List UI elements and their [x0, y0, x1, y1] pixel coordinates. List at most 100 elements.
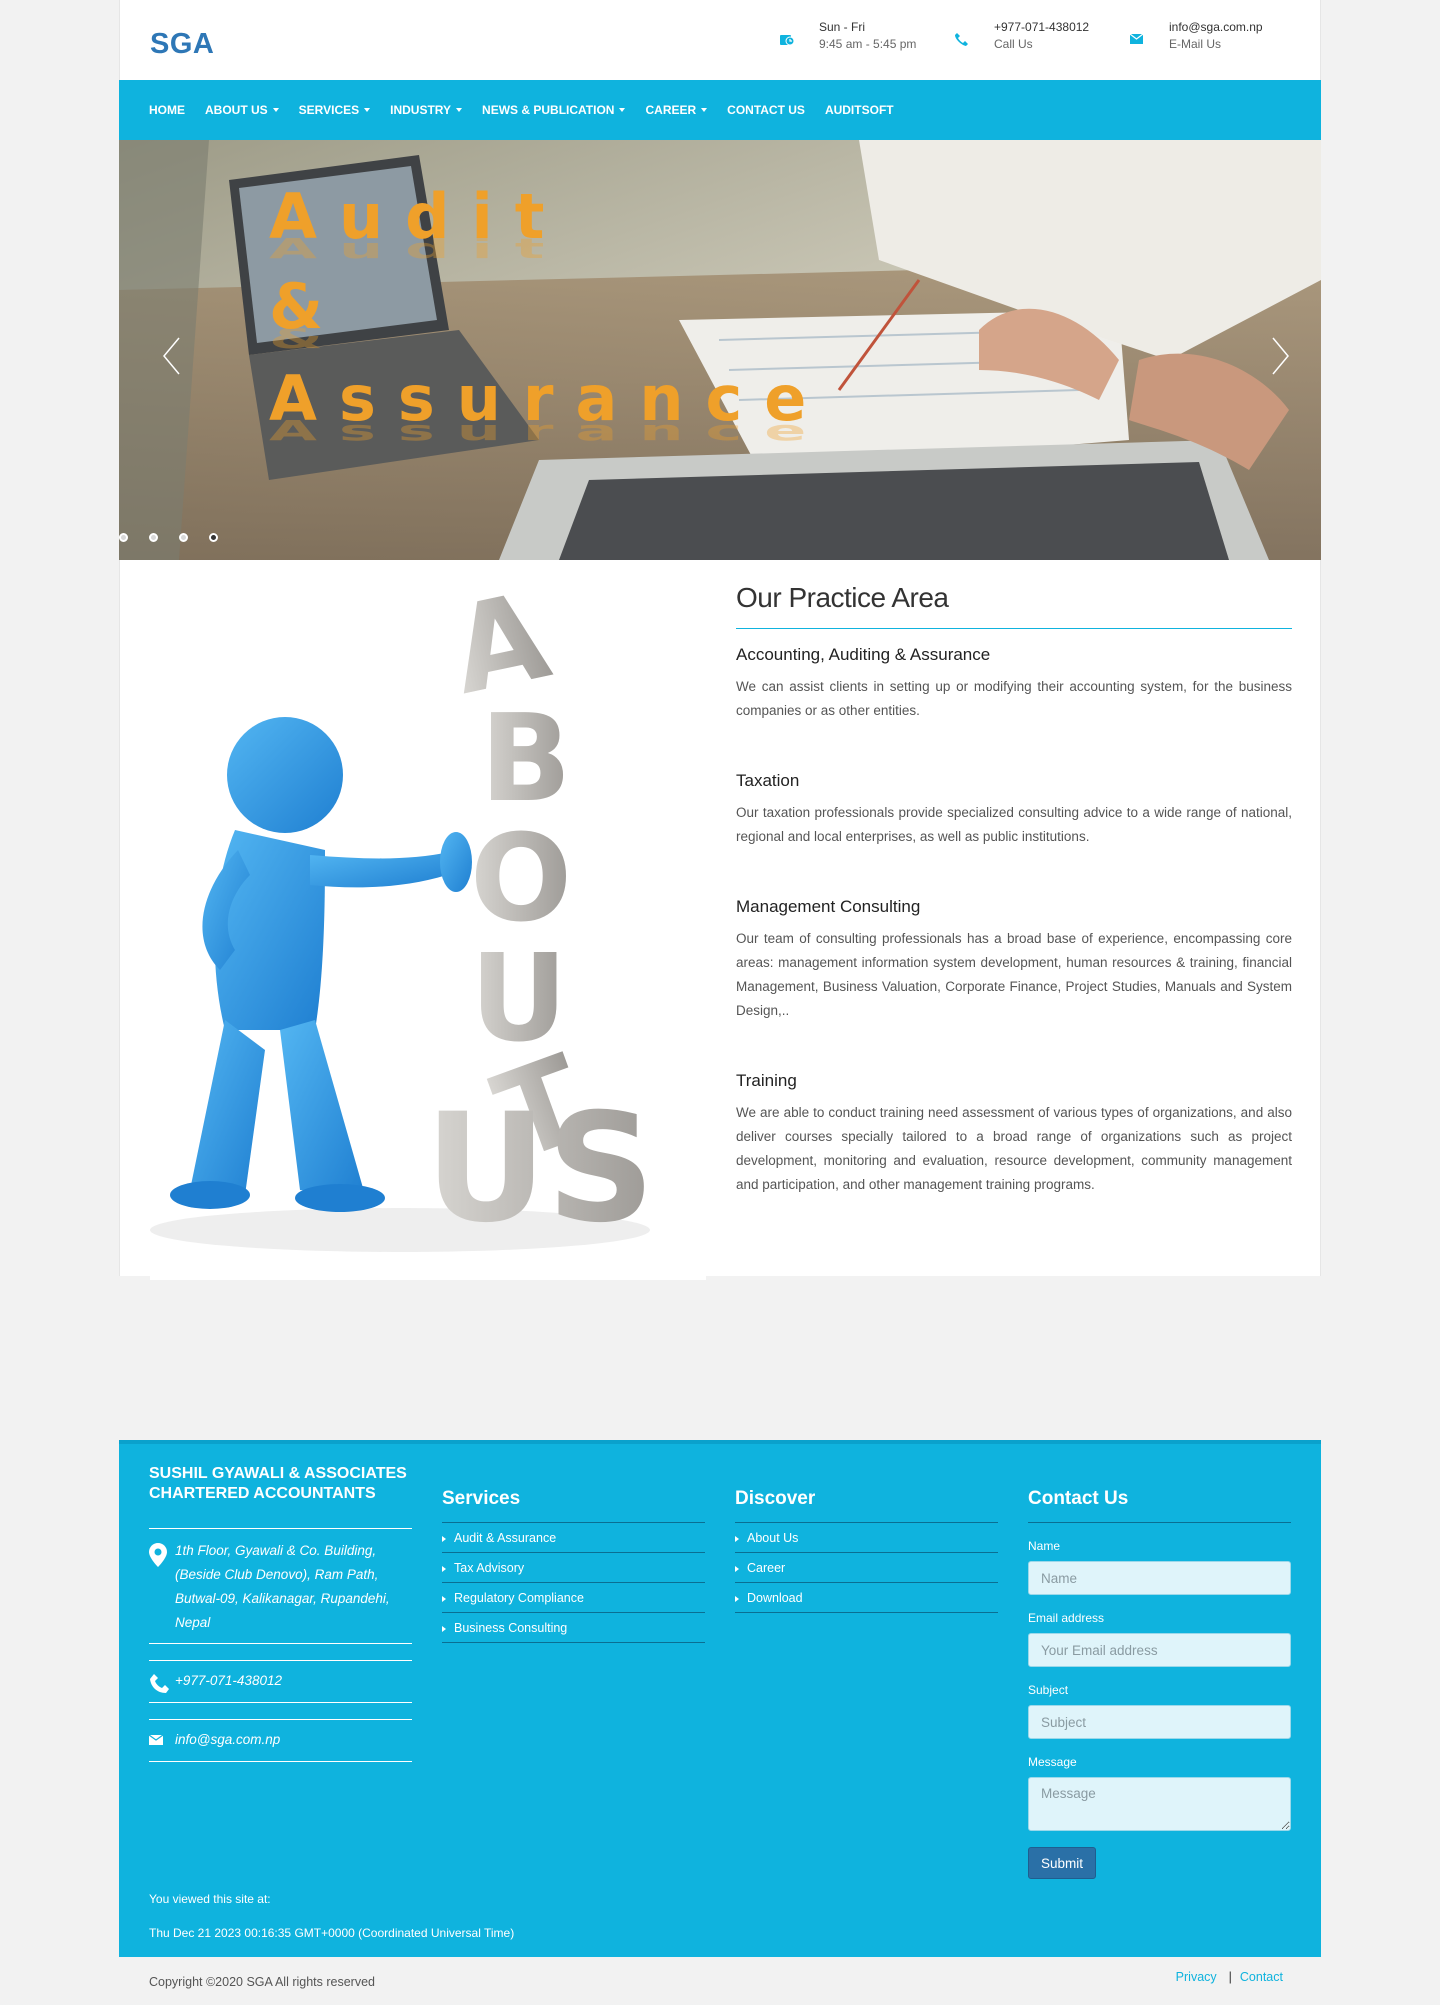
hero-title-line1: Audit Audit: [269, 180, 567, 265]
nav-services[interactable]: SERVICES: [299, 103, 371, 117]
clock-icon: [780, 35, 795, 46]
subject-input[interactable]: [1028, 1705, 1291, 1739]
visit-info: You viewed this site at: Thu Dec 21 2023…: [149, 1882, 514, 1950]
practice-item-text: Our taxation professionals provide speci…: [736, 805, 1292, 844]
email-sub: E-Mail Us: [1169, 37, 1222, 51]
practice-item-text: Our team of consulting professionals has…: [736, 931, 1292, 1018]
nav-about-us[interactable]: ABOUT US: [205, 103, 279, 117]
phone-sub: Call Us: [994, 37, 1033, 51]
practice-item-heading: Taxation: [736, 771, 800, 790]
site-logo[interactable]: SGA: [150, 28, 214, 61]
caret-down-icon: [701, 108, 708, 112]
nav-auditsoft[interactable]: AUDITSOFT: [825, 103, 894, 117]
practice-item-text: We can assist clients in setting up or m…: [736, 679, 1292, 718]
link-separator: |: [1228, 1970, 1232, 1984]
svg-text:B: B: [480, 690, 571, 829]
hours-title: Sun - Fri: [819, 20, 866, 34]
contact-title: Contact Us: [1028, 1488, 1291, 1523]
slider-dot-3[interactable]: [179, 533, 188, 542]
services-link[interactable]: Business Consulting: [442, 1613, 705, 1643]
slider-dot-4[interactable]: [209, 533, 218, 542]
about-us-illustration: A B O U T US: [150, 590, 706, 1280]
privacy-link[interactable]: Privacy: [1176, 1970, 1217, 1984]
email-title: info@sga.com.np: [1169, 20, 1263, 34]
visit-timestamp: Thu Dec 21 2023 00:16:35 GMT+0000 (Coord…: [149, 1926, 515, 1940]
svg-text:US: US: [425, 1082, 655, 1256]
slider-dot-1[interactable]: [119, 533, 128, 542]
practice-title: Our Practice Area: [736, 582, 1292, 629]
nav-career[interactable]: CAREER: [645, 103, 708, 117]
legal-links: Privacy | Contact: [1176, 1970, 1283, 1984]
discover-link[interactable]: Career: [735, 1553, 998, 1583]
nav-contact-us[interactable]: CONTACT US: [727, 103, 805, 117]
phone-info[interactable]: +977-071-438012 Call Us: [955, 19, 1090, 53]
practice-item-heading: Accounting, Auditing & Assurance: [736, 645, 991, 664]
practice-item: Training We are able to conduct training…: [736, 1071, 1292, 1197]
name-input[interactable]: [1028, 1561, 1291, 1595]
slider-pagination: [119, 533, 239, 542]
message-textarea[interactable]: [1028, 1777, 1291, 1831]
message-label: Message: [1028, 1755, 1077, 1769]
copyright-text: Copyright ©2020 SGA All rights reserved: [149, 1975, 375, 1989]
hours-sub: 9:45 am - 5:45 pm: [819, 37, 917, 51]
services-link[interactable]: Audit & Assurance: [442, 1523, 705, 1553]
discover-list: About Us Career Download: [735, 1523, 998, 1613]
phone-icon: [955, 33, 968, 46]
contact-link[interactable]: Contact: [1240, 1970, 1283, 1984]
svg-text:O: O: [470, 810, 572, 949]
footer-contact-col: Contact Us Name Email address Subject Me…: [1028, 1464, 1291, 1879]
practice-section: A B O U T US Our Practice Area Accountin…: [119, 560, 1321, 1280]
caret-down-icon: [456, 108, 463, 112]
services-link[interactable]: Regulatory Compliance: [442, 1583, 705, 1613]
slider-next-arrow-icon[interactable]: [1271, 336, 1291, 376]
practice-item: Taxation Our taxation professionals prov…: [736, 771, 1292, 849]
footer-discover-col: Discover About Us Career Download: [735, 1464, 998, 1613]
hero-title-line3: Assurance Assurance: [269, 362, 829, 447]
practice-item: Accounting, Auditing & Assurance We can …: [736, 645, 1292, 723]
caret-down-icon: [619, 108, 626, 112]
company-name: SUSHIL GYAWALI & ASSOCIATES: [149, 1465, 407, 1482]
footer-company-col: SUSHIL GYAWALI & ASSOCIATES CHARTERED AC…: [149, 1464, 412, 1762]
nav-news-publication[interactable]: NEWS & PUBLICATION: [482, 103, 626, 117]
main-nav: HOME ABOUT US SERVICES INDUSTRY NEWS & P…: [119, 80, 1321, 140]
discover-link[interactable]: About Us: [735, 1523, 998, 1553]
phone-title: +977-071-438012: [994, 20, 1090, 34]
footer-phone[interactable]: +977-071-438012: [149, 1660, 412, 1703]
services-link[interactable]: Tax Advisory: [442, 1553, 705, 1583]
email-info[interactable]: info@sga.com.np E-Mail Us: [1129, 19, 1263, 53]
copyright-bar: Copyright ©2020 SGA All rights reserved …: [119, 1957, 1321, 2005]
site-footer: SUSHIL GYAWALI & ASSOCIATES CHARTERED AC…: [119, 1440, 1321, 1957]
caret-down-icon: [364, 108, 371, 112]
map-pin-icon: [149, 1543, 167, 1567]
footer-services-col: Services Audit & Assurance Tax Advisory …: [442, 1464, 705, 1643]
company-address: 1th Floor, Gyawali & Co. Building, (Besi…: [149, 1528, 412, 1644]
hours-info: Sun - Fri 9:45 am - 5:45 pm: [780, 19, 917, 53]
discover-link[interactable]: Download: [735, 1583, 998, 1613]
footer-email[interactable]: info@sga.com.np: [149, 1719, 412, 1762]
services-title: Services: [442, 1488, 705, 1523]
envelope-icon: [149, 1734, 163, 1745]
subject-label: Subject: [1028, 1683, 1069, 1697]
practice-item: Management Consulting Our team of consul…: [736, 897, 1292, 1023]
envelope-icon: [1129, 33, 1144, 44]
nav-home[interactable]: HOME: [149, 103, 185, 117]
submit-button[interactable]: Submit: [1028, 1847, 1096, 1879]
top-header: SGA Sun - Fri 9:45 am - 5:45 pm +977-071…: [119, 0, 1321, 80]
slider-prev-arrow-icon[interactable]: [161, 336, 181, 376]
services-list: Audit & Assurance Tax Advisory Regulator…: [442, 1523, 705, 1643]
email-input[interactable]: [1028, 1633, 1291, 1667]
caret-down-icon: [272, 108, 279, 112]
visit-label: You viewed this site at:: [149, 1892, 271, 1906]
slider-dot-2[interactable]: [149, 533, 158, 542]
discover-title: Discover: [735, 1488, 998, 1523]
practice-item-heading: Training: [736, 1071, 797, 1090]
email-label: Email address: [1028, 1611, 1105, 1625]
nav-industry[interactable]: INDUSTRY: [390, 103, 463, 117]
practice-area: Our Practice Area Accounting, Auditing &…: [736, 582, 1292, 1245]
practice-item-heading: Management Consulting: [736, 897, 921, 916]
practice-item-text: We are able to conduct training need ass…: [736, 1105, 1292, 1192]
company-subtitle: CHARTERED ACCOUNTANTS: [149, 1485, 376, 1502]
hero-title-line2: & &: [269, 270, 346, 355]
name-label: Name: [1028, 1539, 1061, 1553]
hero-slider: Audit Audit & & Assurance Assurance: [119, 140, 1321, 560]
